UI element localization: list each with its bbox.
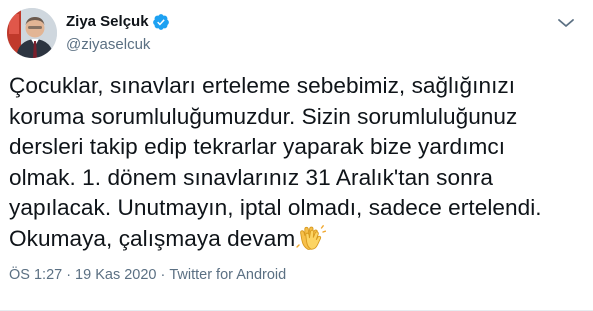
tweet-metadata: ÖS 1:27 · 19 Kas 2020 · Twitter for Andr… (9, 265, 286, 285)
meta-separator: · (160, 267, 166, 283)
handle[interactable]: @ziyaselcuk (66, 35, 170, 55)
tweet-line: yapılacak. Unutmayın, iptal olmadı, sade… (9, 195, 542, 220)
tweet-card: Ziya Selçuk @ziyaselcuk Çocuklar, sınavl… (0, 0, 593, 311)
profile-photo (7, 8, 57, 58)
verified-badge-icon (152, 13, 170, 31)
tweet-line: Okumaya, çalışmaya devam (9, 225, 296, 251)
tweet-line-last: Okumaya, çalışmaya devam (9, 224, 587, 255)
display-name[interactable]: Ziya Selçuk (66, 12, 149, 32)
tweet-line: olmak. 1. dönem sınavlarınız 31 Aralık't… (9, 164, 493, 190)
author-info: Ziya Selçuk @ziyaselcuk (66, 12, 170, 55)
meta-separator: · (66, 267, 72, 283)
tweet-line: koruma sorumluluğumuzdur. Sizin sorumlul… (9, 103, 518, 129)
tweet-time[interactable]: ÖS 1:27 (9, 265, 62, 285)
tweet-text: Çocuklar, sınavları erteleme sebebimiz, … (9, 71, 587, 254)
chevron-down-icon (558, 19, 574, 27)
name-row: Ziya Selçuk (66, 12, 170, 32)
clapping-hands-emoji-icon (296, 224, 327, 252)
tweet-source[interactable]: Twitter for Android (169, 265, 286, 285)
tweet-date[interactable]: 19 Kas 2020 (75, 265, 156, 285)
more-options-button[interactable] (555, 14, 577, 32)
tweet-line: Çocuklar, sınavları erteleme sebebimiz, … (9, 73, 516, 98)
tweet-line: dersleri takip edip tekrarlar yaparak bi… (9, 134, 506, 159)
avatar[interactable] (7, 8, 57, 58)
